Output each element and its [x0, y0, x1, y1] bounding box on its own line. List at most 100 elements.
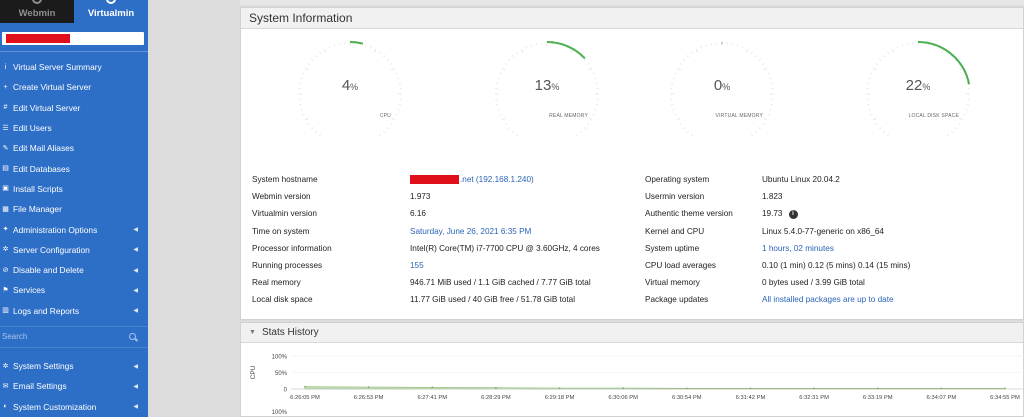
create-server-icon: +: [3, 83, 8, 91]
info-key: Local disk space: [252, 295, 313, 305]
info-key: Real memory: [252, 278, 301, 288]
database-icon: ▤: [2, 165, 9, 173]
gauge-tick: [397, 109, 400, 111]
gauge-tick: [592, 72, 595, 75]
cpu-history-chart: 100% 50% 0 CPU 6:26:05 PM 6:26:53 PM 6:27:41 P…: [250, 355, 1024, 416]
search-input[interactable]: Search: [2, 332, 27, 341]
gauge-tick: [383, 55, 386, 58]
gauge-tick: [311, 127, 314, 130]
cpu-point: [367, 386, 370, 388]
sidebar-item-administration-options[interactable]: ✦ Administration Options ◀: [0, 219, 148, 239]
gauge-tick: [391, 117, 396, 121]
domain-selector[interactable]: [2, 32, 144, 45]
sidebar-item-label: Email Settings: [13, 381, 67, 392]
info-key: Virtualmin version: [252, 209, 317, 219]
info-value[interactable]: 155: [410, 261, 424, 270]
gauge-tick: [762, 123, 765, 125]
info-value[interactable]: 1 hours, 02 minutes: [762, 244, 834, 253]
gauge-tick: [763, 117, 768, 121]
caret-left-icon: ◀: [133, 267, 138, 274]
sidebar-divider: [0, 51, 148, 52]
sidebar-item-edit-databases[interactable]: ▤ Edit Databases: [0, 158, 148, 178]
x-tick-label: 6:28:29 PM: [481, 395, 511, 401]
tab-virtualmin[interactable]: Virtualmin: [74, 0, 148, 23]
gauge-tick: [686, 130, 689, 133]
info-key: CPU load averages: [645, 261, 716, 270]
info-icon[interactable]: i: [788, 209, 798, 219]
gauge-tick: [872, 117, 877, 121]
caret-left-icon: ◀: [133, 308, 138, 315]
gauge-tick: [755, 130, 758, 133]
info-value-text: Saturday, June 26, 2021 6:35 PM: [410, 226, 532, 236]
sidebar-item-label: Install Scripts: [13, 183, 63, 194]
tab-virtualmin-label: Virtualmin: [87, 8, 135, 19]
gauges: 4% CPU 13% REAL MEMORY 0% VIRTUAL MEMORY 22% LO…: [241, 29, 1023, 169]
info-value-text: 6.16: [410, 209, 426, 219]
info-value[interactable]: .net (192.168.1.240): [410, 175, 534, 185]
stats-history-panel: ▼ Stats History 100% 50% 0 CPU 6:26:05 PM 6:2…: [240, 322, 1024, 417]
gauge-tick: [319, 51, 321, 54]
sidebar-item-file-manager[interactable]: ▦ File Manager: [0, 199, 148, 219]
info-value-text: All installed packages are up to date: [762, 295, 894, 305]
sidebar-item-label: Administration Options: [13, 224, 98, 235]
info-value: 1.973: [410, 192, 431, 201]
info-value[interactable]: Saturday, June 26, 2021 6:35 PM: [410, 227, 531, 236]
info-key: Operating system: [645, 175, 710, 184]
gauge-tick: [576, 134, 578, 137]
sidebar-item-edit-mail-aliases[interactable]: ✎ Edit Mail Aliases: [0, 138, 148, 158]
x-tick-label: 6:34:07 PM: [927, 395, 957, 401]
caret-left-icon: ◀: [133, 227, 138, 234]
sidebar-item-email-settings[interactable]: ✉ Email Settings ◀: [0, 376, 148, 396]
sidebar-search[interactable]: Search: [0, 325, 148, 348]
gauge-tick: [705, 44, 707, 47]
sidebar-item-edit-users[interactable]: ☰ Edit Users: [0, 118, 148, 138]
sidebar-item-label: File Manager: [13, 204, 62, 215]
gauge-tick: [891, 48, 895, 53]
sidebar-item-server-configuration[interactable]: ✲ Server Configuration ◀: [0, 240, 148, 260]
gauge-tick: [751, 51, 753, 54]
gauge-tick: [676, 117, 681, 121]
services-icon: ⚑: [2, 286, 9, 294]
cpu-point: [431, 386, 434, 389]
sidebar-item-services[interactable]: ⚑ Services ◀: [0, 280, 148, 300]
gauge-tick: [767, 72, 770, 75]
gauge-tick: [767, 113, 770, 116]
system-information-panel: System Information 4% CPU 13% REAL MEMORY 0%…: [240, 7, 1024, 320]
gauge-tick: [763, 67, 768, 71]
sidebar-item-system-settings[interactable]: ✲ System Settings ◀: [0, 356, 148, 376]
gauge-tick: [395, 113, 398, 116]
gauge-tick: [530, 44, 532, 47]
gauge-tick: [686, 55, 689, 58]
sidebar-item-virtual-server-summary[interactable]: i Virtual Server Summary: [0, 57, 148, 77]
stats-header[interactable]: ▼ Stats History: [241, 323, 1023, 343]
info-value: 946.71 MiB used / 1.1 GiB cached / 7.77 …: [410, 278, 591, 287]
sidebar-item-system-customization[interactable]: ◐ System Customization ◀: [0, 396, 148, 416]
sidebar-item-install-scripts[interactable]: ▣ Install Scripts: [0, 179, 148, 199]
sidebar-item-edit-virtual-server[interactable]: # Edit Virtual Server: [0, 98, 148, 118]
info-value[interactable]: All installed packages are up to date: [762, 295, 894, 304]
collapse-triangle-icon[interactable]: ▼: [249, 329, 256, 336]
x-tick-label: 6:33:19 PM: [863, 395, 893, 401]
gauge-tick: [499, 72, 502, 75]
gauge-tick: [695, 48, 699, 53]
gauge-tick: [390, 63, 393, 65]
sidebar-bottom-menu: ✲ System Settings ◀ ✉ Email Settings ◀ ◐ System…: [0, 356, 148, 417]
mail-alias-icon: ✎: [2, 144, 9, 152]
gauge-tick: [882, 55, 885, 58]
tab-webmin[interactable]: Webmin: [0, 0, 74, 23]
x-tick-label: 6:31:42 PM: [736, 395, 766, 401]
gauge-tick: [369, 46, 372, 49]
search-icon[interactable]: [129, 332, 136, 340]
gauge-value-unit: %: [722, 82, 731, 92]
gauge-value-arc: [546, 41, 586, 60]
gauge-tick: [365, 44, 367, 47]
info-value: 11.77 GiB used / 40 GiB free / 51.78 GiB…: [410, 295, 575, 304]
palette-icon: ◐: [3, 403, 8, 411]
sidebar-item-label: Edit Databases: [13, 163, 70, 174]
sidebar-item-logs-and-reports[interactable]: ▥ Logs and Reports ◀: [0, 301, 148, 321]
users-icon: ☰: [2, 124, 9, 132]
gauge-tick: [676, 67, 681, 71]
sidebar-item-disable-and-delete[interactable]: ⊘ Disable and Delete ◀: [0, 260, 148, 280]
sidebar-item-create-virtual-server[interactable]: + Create Virtual Server: [0, 77, 148, 97]
gauge-tick: [314, 55, 317, 58]
